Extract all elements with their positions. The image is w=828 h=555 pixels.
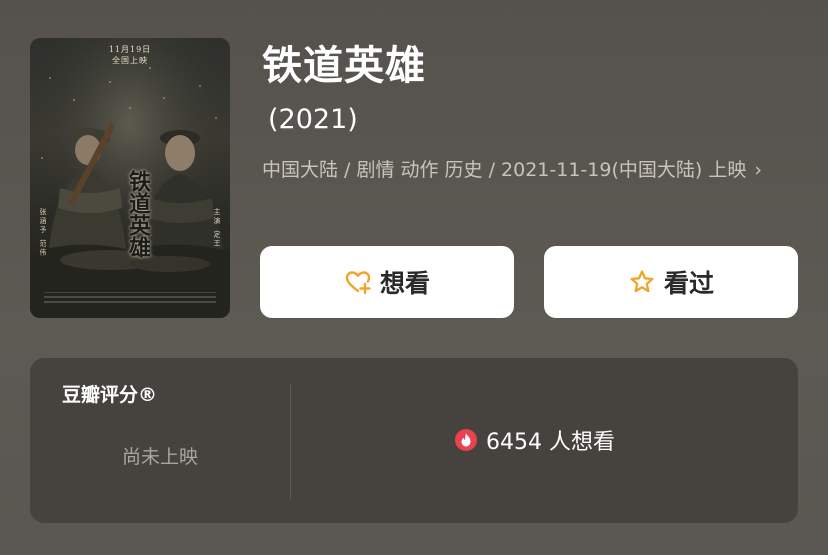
star-outline-icon: [628, 268, 656, 296]
poster-title-art: 铁道英雄: [125, 170, 151, 258]
chevron-right-icon: ›: [754, 159, 762, 181]
want-to-watch-label: 想看: [379, 269, 430, 298]
movie-poster[interactable]: 11月19日 全国上映 铁道英雄 张涵予 范伟 主演 定王: [30, 38, 230, 318]
poster-credit-right: 主演 定王: [213, 208, 221, 249]
movie-title: 铁道英雄: [262, 43, 426, 89]
rating-status: 尚未上映: [121, 446, 198, 468]
movie-meta-link[interactable]: 中国大陆 / 剧情 动作 历史 / 2021-11-19(中国大陆) 上映 ›: [262, 156, 802, 185]
poster-credit-left: 张涵予 范伟: [39, 208, 47, 258]
poster-fine-print: [44, 292, 216, 303]
movie-year: (2021): [268, 104, 358, 135]
douban-rating-title: 豆瓣评分®: [62, 384, 158, 406]
want-to-watch-button[interactable]: 想看: [260, 246, 514, 318]
rating-panel: 豆瓣评分® 尚未上映 6454 人想看: [30, 358, 798, 523]
poster-release-date: 11月19日 全国上映: [108, 45, 152, 65]
fire-icon: [454, 428, 478, 452]
heart-plus-icon: [344, 268, 372, 296]
watched-button[interactable]: 看过: [544, 246, 798, 318]
movie-meta-text: 中国大陆 / 剧情 动作 历史 / 2021-11-19(中国大陆) 上映: [262, 159, 747, 181]
want-count-text: 6454 人想看: [486, 430, 615, 455]
panel-divider: [290, 384, 291, 500]
want-count[interactable]: 6454 人想看: [454, 424, 615, 456]
watched-label: 看过: [663, 269, 714, 298]
